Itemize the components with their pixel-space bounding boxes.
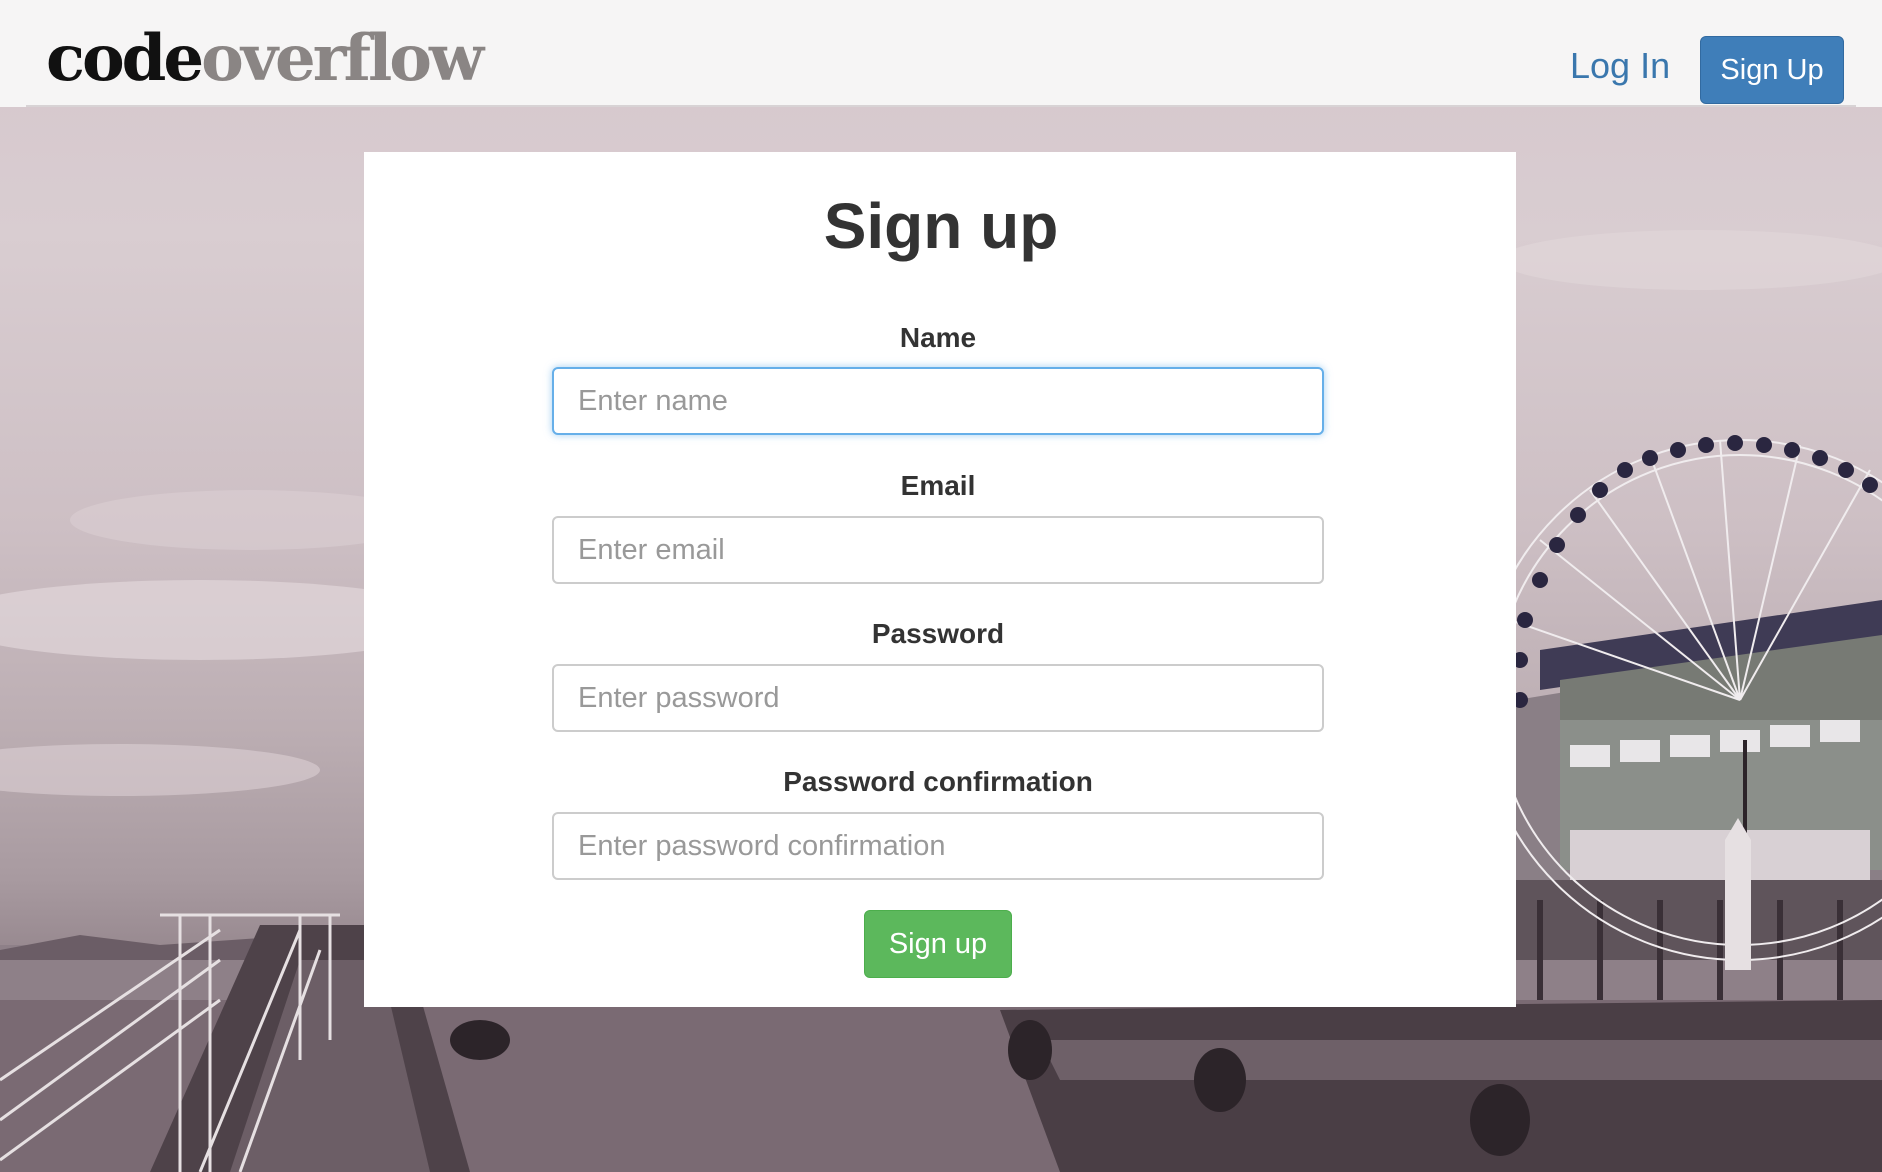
signup-submit-button[interactable]: Sign up — [864, 910, 1012, 978]
logo-part-overflow: overflow — [201, 21, 484, 96]
page-title: Sign up — [823, 190, 1059, 262]
email-input[interactable] — [552, 516, 1324, 584]
password-input[interactable] — [552, 664, 1324, 732]
header-divider — [26, 105, 1856, 107]
password-confirmation-input[interactable] — [552, 812, 1324, 880]
password-label: Password — [871, 618, 1005, 649]
logo-part-code: code — [46, 21, 204, 96]
brand-logo[interactable]: codeoverflow — [46, 14, 484, 104]
email-label: Email — [900, 470, 976, 501]
password-confirmation-label: Password confirmation — [783, 766, 1093, 797]
name-input[interactable] — [552, 367, 1324, 435]
name-label: Name — [899, 322, 977, 353]
signup-nav-button[interactable]: Sign Up — [1700, 36, 1844, 104]
login-link[interactable]: Log In — [1570, 44, 1670, 88]
navbar: codeoverflow Log In Sign Up — [0, 0, 1882, 107]
